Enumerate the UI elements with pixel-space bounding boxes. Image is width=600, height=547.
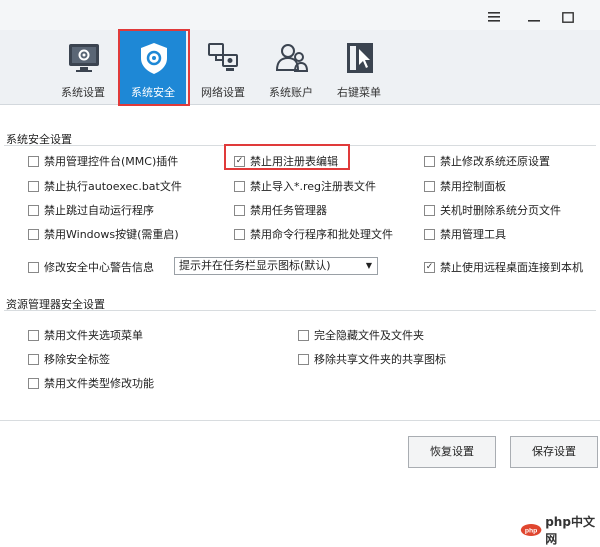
tab-label: 右键菜单 bbox=[337, 86, 381, 99]
users-icon bbox=[275, 44, 309, 72]
checkbox-box[interactable] bbox=[28, 228, 39, 240]
checkbox-box[interactable]: ✓ bbox=[234, 155, 245, 167]
checkbox-box[interactable] bbox=[298, 329, 309, 341]
checkbox-label: 关机时删除系统分页文件 bbox=[440, 204, 561, 217]
toolbar: 系统设置 系统安全 网络设置 系统账户 右键菜单 bbox=[0, 30, 600, 105]
dropdown-value: 提示并在任务栏显示图标(默认) bbox=[179, 259, 331, 272]
checkbox-modify-security-center[interactable]: 修改安全中心警告信息 bbox=[28, 259, 154, 275]
checkbox-clear-pagefile[interactable]: 关机时删除系统分页文件 bbox=[424, 202, 561, 218]
save-settings-button[interactable]: 保存设置 bbox=[510, 436, 598, 468]
minimize-icon[interactable] bbox=[524, 8, 544, 26]
dropdown-arrow-icon: ▼ bbox=[365, 261, 372, 270]
checkbox-label: 禁用命令行程序和批处理文件 bbox=[250, 228, 393, 241]
tab-label: 系统设置 bbox=[61, 86, 105, 99]
tab-system-accounts[interactable]: 系统账户 bbox=[258, 30, 324, 104]
security-center-dropdown[interactable]: 提示并在任务栏显示图标(默认) ▼ bbox=[174, 257, 378, 275]
checkbox-disable-mmc[interactable]: 禁用管理控件台(MMC)插件 bbox=[28, 153, 178, 169]
checkbox-remove-share-icon[interactable]: 移除共享文件夹的共享图标 bbox=[298, 351, 446, 367]
checkbox-disable-skip-autorun[interactable]: 禁止跳过自动运行程序 bbox=[28, 202, 154, 218]
checkbox-label: 禁止执行autoexec.bat文件 bbox=[44, 180, 182, 193]
footer-divider bbox=[0, 420, 600, 421]
maximize-icon[interactable] bbox=[558, 8, 578, 26]
checkbox-box[interactable] bbox=[424, 155, 435, 167]
watermark-text: php中文网 bbox=[545, 515, 595, 546]
checkbox-box[interactable] bbox=[28, 155, 39, 167]
checkbox-disable-filetype-edit[interactable]: 禁用文件类型修改功能 bbox=[28, 375, 154, 391]
checkbox-label: 禁止用注册表编辑 bbox=[250, 155, 338, 168]
checkbox-label: 禁止跳过自动运行程序 bbox=[44, 204, 154, 217]
checkbox-label: 禁用Windows按键(需重启) bbox=[44, 228, 179, 241]
checkbox-disable-remote-desktop[interactable]: ✓ 禁止使用远程桌面连接到本机 bbox=[424, 259, 583, 275]
checkbox-box[interactable]: ✓ bbox=[424, 261, 435, 273]
checkbox-disable-control-panel[interactable]: 禁用控制面板 bbox=[424, 178, 506, 194]
restore-settings-button[interactable]: 恢复设置 bbox=[408, 436, 496, 468]
checkbox-disable-regedit[interactable]: ✓ 禁止用注册表编辑 bbox=[234, 153, 338, 169]
tab-label: 系统安全 bbox=[131, 86, 175, 99]
checkbox-disable-cmd[interactable]: 禁用命令行程序和批处理文件 bbox=[234, 226, 393, 242]
checkbox-box[interactable] bbox=[424, 204, 435, 216]
cursor-menu-icon bbox=[347, 43, 373, 73]
tab-label: 网络设置 bbox=[201, 86, 245, 99]
shield-gear-icon bbox=[141, 43, 167, 74]
checkbox-disable-admin-tools[interactable]: 禁用管理工具 bbox=[424, 226, 506, 242]
checkbox-label: 禁止修改系统还原设置 bbox=[440, 155, 550, 168]
checkbox-label: 完全隐藏文件及文件夹 bbox=[314, 329, 424, 342]
network-icon bbox=[208, 43, 238, 71]
tab-network-settings[interactable]: 网络设置 bbox=[190, 30, 256, 104]
checkbox-box[interactable] bbox=[234, 204, 245, 216]
checkbox-box[interactable] bbox=[28, 261, 39, 273]
checkbox-disable-autoexec[interactable]: 禁止执行autoexec.bat文件 bbox=[28, 178, 182, 194]
checkbox-box[interactable] bbox=[28, 329, 39, 341]
php-logo-icon: php bbox=[520, 524, 542, 536]
checkbox-disable-windows-key[interactable]: 禁用Windows按键(需重启) bbox=[28, 226, 179, 242]
checkbox-label: 修改安全中心警告信息 bbox=[44, 261, 154, 274]
section-divider bbox=[4, 310, 596, 311]
checkbox-disable-folder-options[interactable]: 禁用文件夹选项菜单 bbox=[28, 327, 143, 343]
checkbox-label: 禁止使用远程桌面连接到本机 bbox=[440, 261, 583, 274]
monitor-gear-icon bbox=[69, 44, 99, 72]
menu-icon[interactable] bbox=[484, 8, 504, 26]
checkbox-box[interactable] bbox=[234, 180, 245, 192]
tab-context-menu[interactable]: 右键菜单 bbox=[326, 30, 392, 104]
checkbox-disable-reg-import[interactable]: 禁止导入*.reg注册表文件 bbox=[234, 178, 376, 194]
checkbox-box[interactable] bbox=[28, 180, 39, 192]
svg-text:php: php bbox=[525, 528, 538, 535]
checkbox-box[interactable] bbox=[28, 377, 39, 389]
checkbox-remove-security-tab[interactable]: 移除安全标签 bbox=[28, 351, 110, 367]
checkbox-box[interactable] bbox=[28, 204, 39, 216]
checkbox-label: 禁用管理工具 bbox=[440, 228, 506, 241]
checkbox-box[interactable] bbox=[424, 180, 435, 192]
tab-label: 系统账户 bbox=[269, 86, 313, 99]
checkbox-box[interactable] bbox=[28, 353, 39, 365]
checkbox-label: 禁用任务管理器 bbox=[250, 204, 327, 217]
checkbox-box[interactable] bbox=[298, 353, 309, 365]
tab-system-security[interactable]: 系统安全 bbox=[120, 30, 186, 104]
checkbox-label: 禁止导入*.reg注册表文件 bbox=[250, 180, 377, 193]
tab-system-settings[interactable]: 系统设置 bbox=[50, 30, 116, 104]
checkbox-box[interactable] bbox=[424, 228, 435, 240]
checkbox-label: 禁用文件夹选项菜单 bbox=[44, 329, 143, 342]
checkbox-label: 移除共享文件夹的共享图标 bbox=[314, 353, 446, 366]
checkbox-label: 禁用控制面板 bbox=[440, 180, 506, 193]
checkbox-box[interactable] bbox=[234, 228, 245, 240]
checkbox-disable-task-manager[interactable]: 禁用任务管理器 bbox=[234, 202, 327, 218]
checkbox-disable-restore-settings[interactable]: 禁止修改系统还原设置 bbox=[424, 153, 550, 169]
checkbox-hide-files[interactable]: 完全隐藏文件及文件夹 bbox=[298, 327, 424, 343]
checkbox-label: 移除安全标签 bbox=[44, 353, 110, 366]
checkbox-label: 禁用管理控件台(MMC)插件 bbox=[44, 155, 179, 168]
section-divider bbox=[4, 145, 596, 146]
title-bar bbox=[0, 0, 600, 34]
checkbox-label: 禁用文件类型修改功能 bbox=[44, 377, 154, 390]
watermark: php php中文网 bbox=[520, 515, 598, 546]
